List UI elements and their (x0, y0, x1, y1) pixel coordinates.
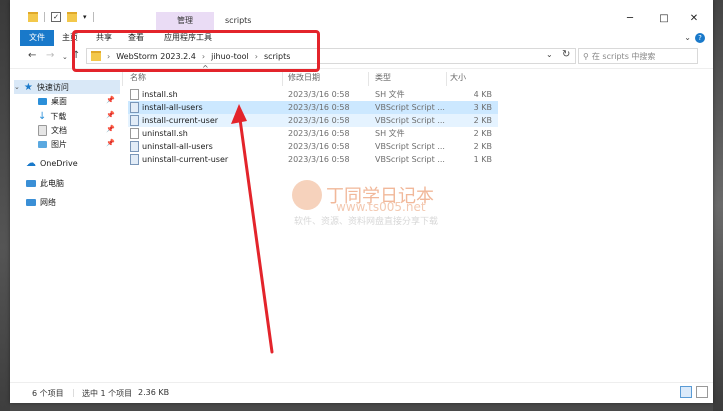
details-view-button[interactable] (680, 386, 692, 398)
explorer-window: ✓ ▾ 管理 scripts ─ □ ✕ 文件 主页 共享 查看 应用程序工具 … (10, 0, 713, 403)
large-icons-view-button[interactable] (696, 386, 708, 398)
desktop-background-left (0, 0, 10, 411)
selected-size: 2.36 KB (138, 388, 170, 397)
status-divider: | (72, 388, 75, 397)
desktop-background-right (713, 0, 723, 411)
selected-count: 选中 1 个项目 (82, 389, 133, 398)
item-count: 6 个项目 (32, 389, 64, 398)
status-bar: 6 个项目 | 选中 1 个项目 2.36 KB (10, 382, 713, 403)
annotation-arrow (231, 104, 274, 354)
